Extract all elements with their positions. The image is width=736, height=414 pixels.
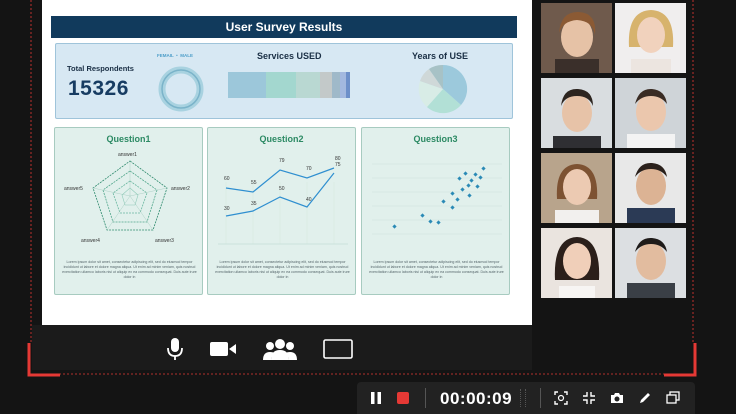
stop-icon <box>397 392 409 404</box>
window-button[interactable] <box>665 390 681 406</box>
screenshot-icon <box>611 393 623 403</box>
collapse-icon <box>583 392 595 404</box>
recording-region-frame <box>27 0 697 377</box>
recording-timer: 00:00:09 <box>440 389 513 408</box>
screen-recording-stage: User Survey Results Total Respondents 15… <box>0 0 736 414</box>
toolbar-divider-2 <box>540 388 541 408</box>
annotate-button[interactable] <box>637 390 653 406</box>
region-icon <box>554 391 568 405</box>
screenshot-button[interactable] <box>609 390 625 406</box>
toolbar-grip <box>520 389 526 407</box>
toolbar-divider-1 <box>425 388 426 408</box>
pause-icon <box>371 392 381 404</box>
region-button[interactable] <box>553 390 569 406</box>
window-icon <box>666 391 680 404</box>
stop-button[interactable] <box>395 390 411 406</box>
annotate-icon <box>640 393 650 403</box>
pause-button[interactable] <box>368 390 384 406</box>
collapse-button[interactable] <box>581 390 597 406</box>
